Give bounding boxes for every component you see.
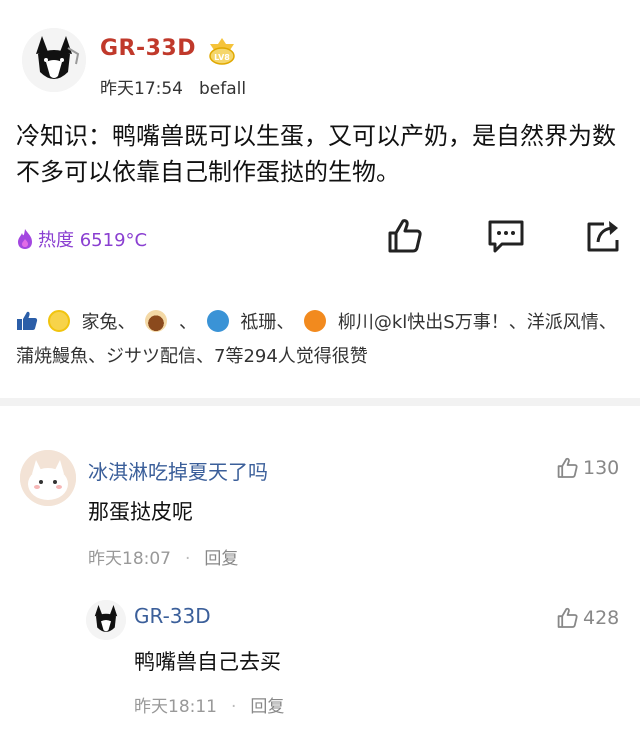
reply-button[interactable]: 回复	[250, 697, 284, 717]
comment-like-count: 130	[583, 457, 620, 479]
like-count-icon	[17, 311, 38, 330]
share-button[interactable]	[584, 216, 624, 256]
like-button[interactable]	[384, 216, 424, 256]
comment-icon	[488, 220, 524, 253]
liker-avatar[interactable]	[145, 310, 168, 332]
flame-icon	[18, 229, 32, 249]
reply-text: 鸭嘴兽自己去买	[134, 650, 281, 674]
comment-button[interactable]	[486, 216, 526, 256]
liker-name[interactable]: 祗珊、	[240, 312, 294, 333]
meta-separator: ·	[231, 697, 237, 717]
level-badge-icon: LV8	[206, 36, 238, 66]
reply-meta: 昨天18:11 · 回复	[134, 692, 284, 717]
comment-meta: 昨天18:07 · 回复	[88, 544, 238, 569]
share-icon	[587, 221, 619, 252]
reply-time: 昨天18:11	[134, 697, 217, 717]
author-avatar[interactable]	[22, 28, 86, 92]
reply-like-count: 428	[583, 607, 620, 629]
comment-text: 那蛋挞皮呢	[88, 500, 193, 524]
likes-list: 家兔、 、 祗珊、 柳川@kl快出S万事！、洋派风情、蒲焼鰻魚、ジサツ配信、7等…	[16, 306, 628, 374]
post-author-name[interactable]: GR-33D	[100, 36, 196, 61]
liker-avatar[interactable]	[304, 310, 327, 332]
heat-value: 热度 6519°C	[38, 230, 148, 251]
thumb-up-icon	[557, 457, 578, 478]
comment-time: 昨天18:07	[88, 549, 171, 569]
post-time: 昨天17:54	[100, 79, 183, 99]
thumb-up-icon	[557, 607, 578, 628]
reply-like-button[interactable]: 428	[555, 606, 619, 630]
meta-separator: ·	[185, 549, 191, 569]
section-divider	[0, 398, 640, 406]
comment-author-name[interactable]: 冰淇淋吃掉夏天了吗	[88, 456, 268, 485]
thumb-up-icon	[388, 219, 422, 253]
post-source: befall	[199, 79, 247, 99]
liker-avatar[interactable]	[47, 310, 70, 332]
reply-button[interactable]: 回复	[204, 549, 238, 569]
post-meta: 昨天17:54 befall	[100, 74, 262, 99]
liker-avatar[interactable]	[206, 310, 229, 332]
post-text: 冷知识：鸭嘴兽既可以生蛋，又可以产奶，是自然界为数不多可以依靠自己制作蛋挞的生物…	[16, 122, 616, 186]
heat-indicator: 热度 6519°C	[16, 226, 147, 252]
comment-like-button[interactable]: 130	[555, 456, 619, 480]
svg-text:LV8: LV8	[214, 53, 230, 62]
liker-separator: 、	[178, 312, 197, 333]
commenter-avatar[interactable]	[20, 450, 76, 506]
reply-author-name[interactable]: GR-33D	[134, 604, 211, 628]
reply-author-avatar[interactable]	[86, 600, 126, 640]
liker-name[interactable]: 家兔、	[81, 312, 135, 333]
